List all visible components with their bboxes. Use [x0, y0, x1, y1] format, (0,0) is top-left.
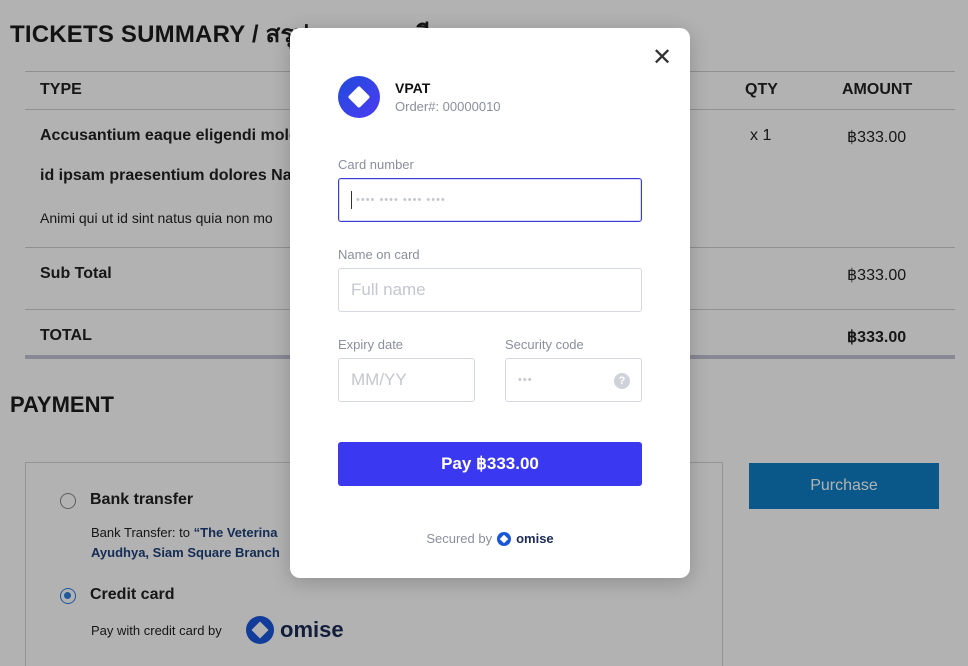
secured-by-text: Secured by: [426, 531, 493, 546]
security-placeholder: •••: [518, 374, 533, 386]
name-placeholder: Full name: [351, 280, 426, 299]
close-icon[interactable]: ✕: [650, 46, 674, 70]
security-code-label: Security code: [505, 337, 584, 352]
text-caret: [351, 191, 352, 209]
merchant-logo-icon: [338, 76, 380, 118]
expiry-placeholder: MM/YY: [351, 370, 407, 389]
security-code-input[interactable]: ••• ?: [505, 358, 642, 402]
omise-mini-icon: [497, 531, 512, 546]
name-on-card-label: Name on card: [338, 247, 420, 262]
help-icon[interactable]: ?: [614, 373, 630, 389]
card-number-placeholder: •••• •••• •••• ••••: [356, 194, 446, 206]
omise-payment-modal: ✕ VPAT Order#: 00000010 Card number ••••…: [290, 28, 690, 578]
pay-button[interactable]: Pay ฿333.00: [338, 442, 642, 486]
merchant-name: VPAT: [395, 80, 431, 96]
order-number: Order#: 00000010: [395, 99, 501, 114]
card-number-label: Card number: [338, 157, 414, 172]
expiry-input[interactable]: MM/YY: [338, 358, 475, 402]
card-number-input[interactable]: •••• •••• •••• ••••: [338, 178, 642, 222]
secured-brand: omise: [516, 531, 554, 546]
name-on-card-input[interactable]: Full name: [338, 268, 642, 312]
secured-by-footer: Secured by omise: [290, 531, 690, 546]
expiry-label: Expiry date: [338, 337, 404, 352]
